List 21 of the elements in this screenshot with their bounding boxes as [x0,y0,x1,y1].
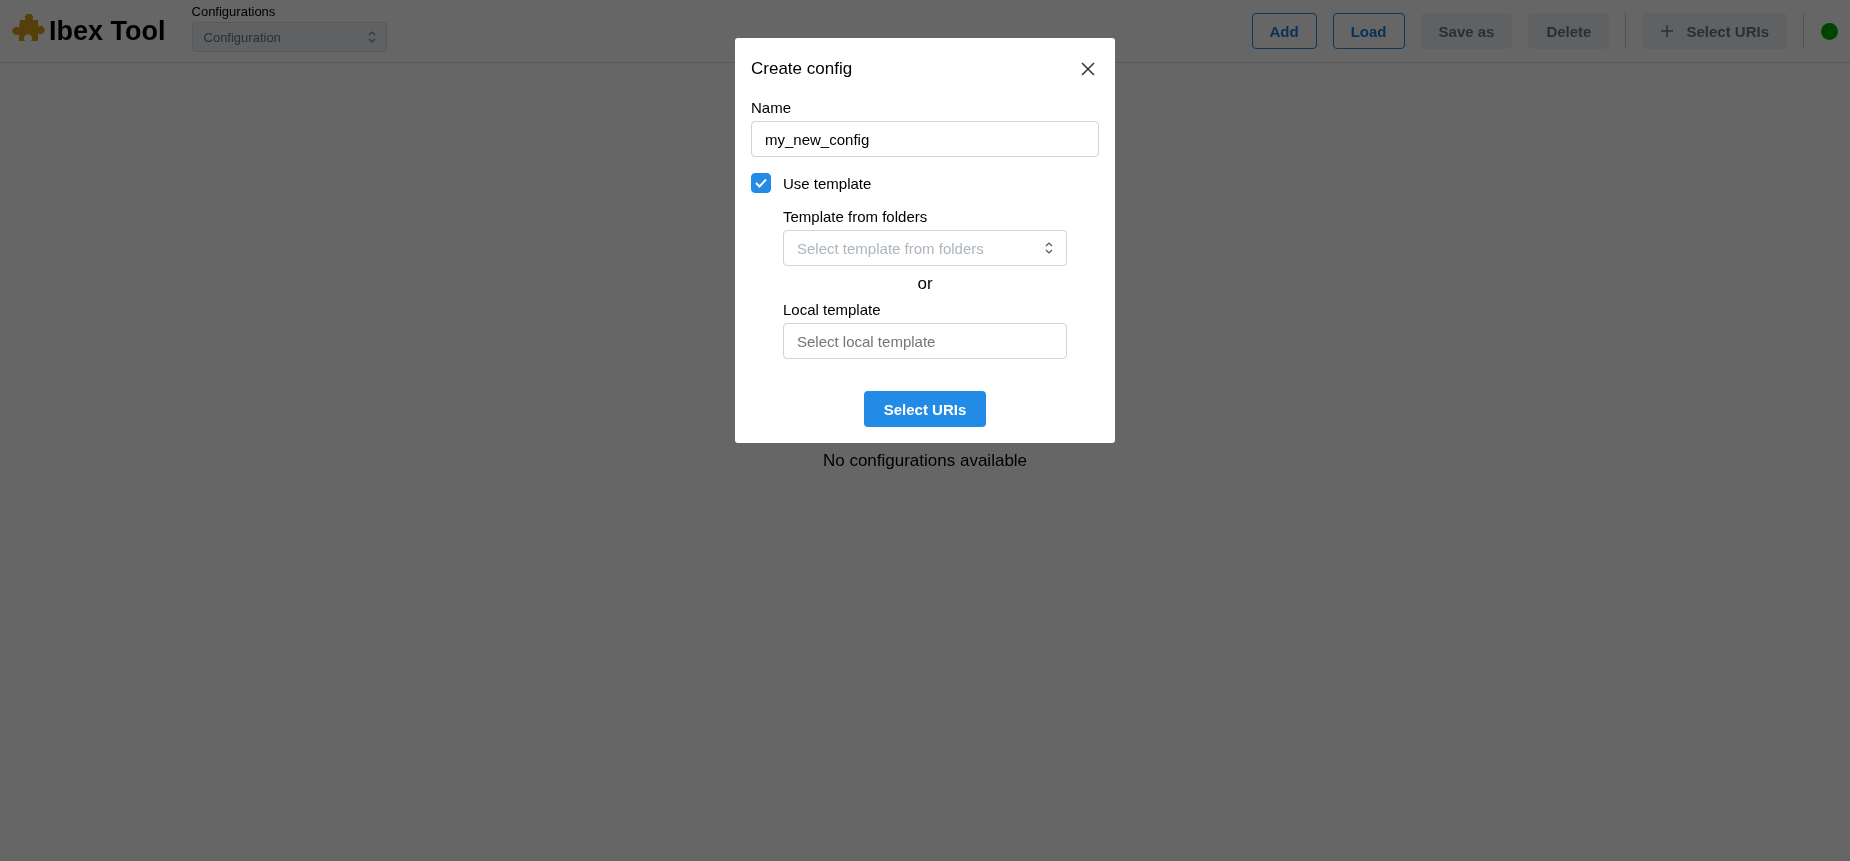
name-field[interactable]: my_new_config [751,121,1099,157]
chevron-updown-icon [367,31,376,43]
dialog-title: Create config [751,59,853,79]
field-label: Template from folders [783,208,929,225]
app-title: Ibex Tool [49,15,166,47]
empty-message: No configurations available [822,451,1028,471]
plus-icon [1660,24,1675,38]
chevron-updown-icon [1045,242,1053,254]
field-label: Name [751,99,792,116]
template-select[interactable]: Select template from folders [783,230,1067,266]
field-label: Configurations [191,4,277,19]
local-template-field[interactable]: Select local template [783,323,1067,359]
check-icon [755,178,767,188]
separator-text: or [917,274,933,293]
toolbar-button[interactable]: Load [1332,13,1405,49]
select-uris-button[interactable]: Select URIs [863,391,987,427]
field-label: Local template [783,301,882,318]
checkbox[interactable] [751,173,771,193]
close-icon [1081,62,1095,76]
checkbox-label: Use template [783,174,872,192]
toolbar-button[interactable]: Add [1251,13,1317,49]
